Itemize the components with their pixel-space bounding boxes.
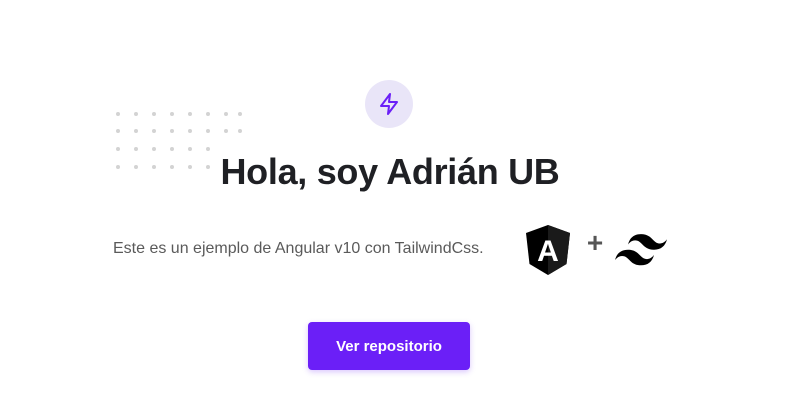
subtitle-text: Este es un ejemplo de Angular v10 con Ta… [113, 240, 484, 257]
lightning-bolt-badge [365, 80, 413, 128]
plus-sign: + [586, 227, 604, 258]
lightning-bolt-icon [377, 92, 401, 116]
tailwind-logo [615, 234, 667, 266]
view-repository-button[interactable]: Ver repositorio [308, 322, 470, 370]
angular-logo-letter: A [537, 235, 559, 268]
angular-logo: A [524, 224, 572, 276]
page-title: Hola, soy Adrián UB [220, 151, 560, 192]
hero-section: Hola, soy Adrián UB Este es un ejemplo d… [0, 0, 789, 407]
